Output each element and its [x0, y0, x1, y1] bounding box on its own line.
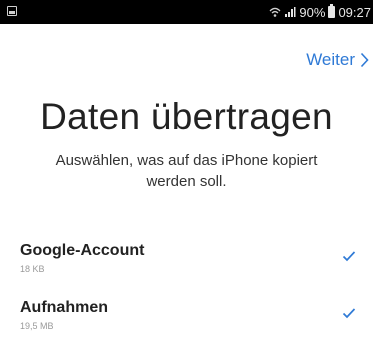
item-name: Aufnahmen	[20, 299, 108, 316]
chevron-right-icon	[360, 52, 369, 68]
item-name: Google-Account	[20, 242, 145, 259]
battery-percent: 90%	[299, 4, 326, 20]
signal-icon	[285, 7, 296, 17]
battery-icon	[328, 4, 336, 18]
page-title: Daten übertragen	[40, 96, 333, 137]
list-item-aufnahmen[interactable]: Aufnahmen 19,5 MB	[20, 299, 360, 349]
next-label: Weiter	[306, 50, 355, 69]
wifi-icon	[269, 7, 281, 17]
checkmark-icon	[342, 251, 356, 262]
clock: 09:27	[338, 4, 371, 20]
list-item-google-account[interactable]: Google-Account 18 KB	[20, 242, 360, 292]
item-size: 19,5 MB	[20, 321, 54, 331]
status-bar: 90% 09:27	[0, 0, 373, 24]
checkmark-icon	[342, 308, 356, 319]
page-subtitle: Auswählen, was auf das iPhone kopiert we…	[55, 152, 318, 190]
item-size: 18 KB	[20, 264, 45, 274]
next-button[interactable]: Weiter	[306, 50, 369, 70]
status-indicators: 90% 09:27	[269, 3, 371, 21]
notification-icon	[7, 6, 17, 16]
